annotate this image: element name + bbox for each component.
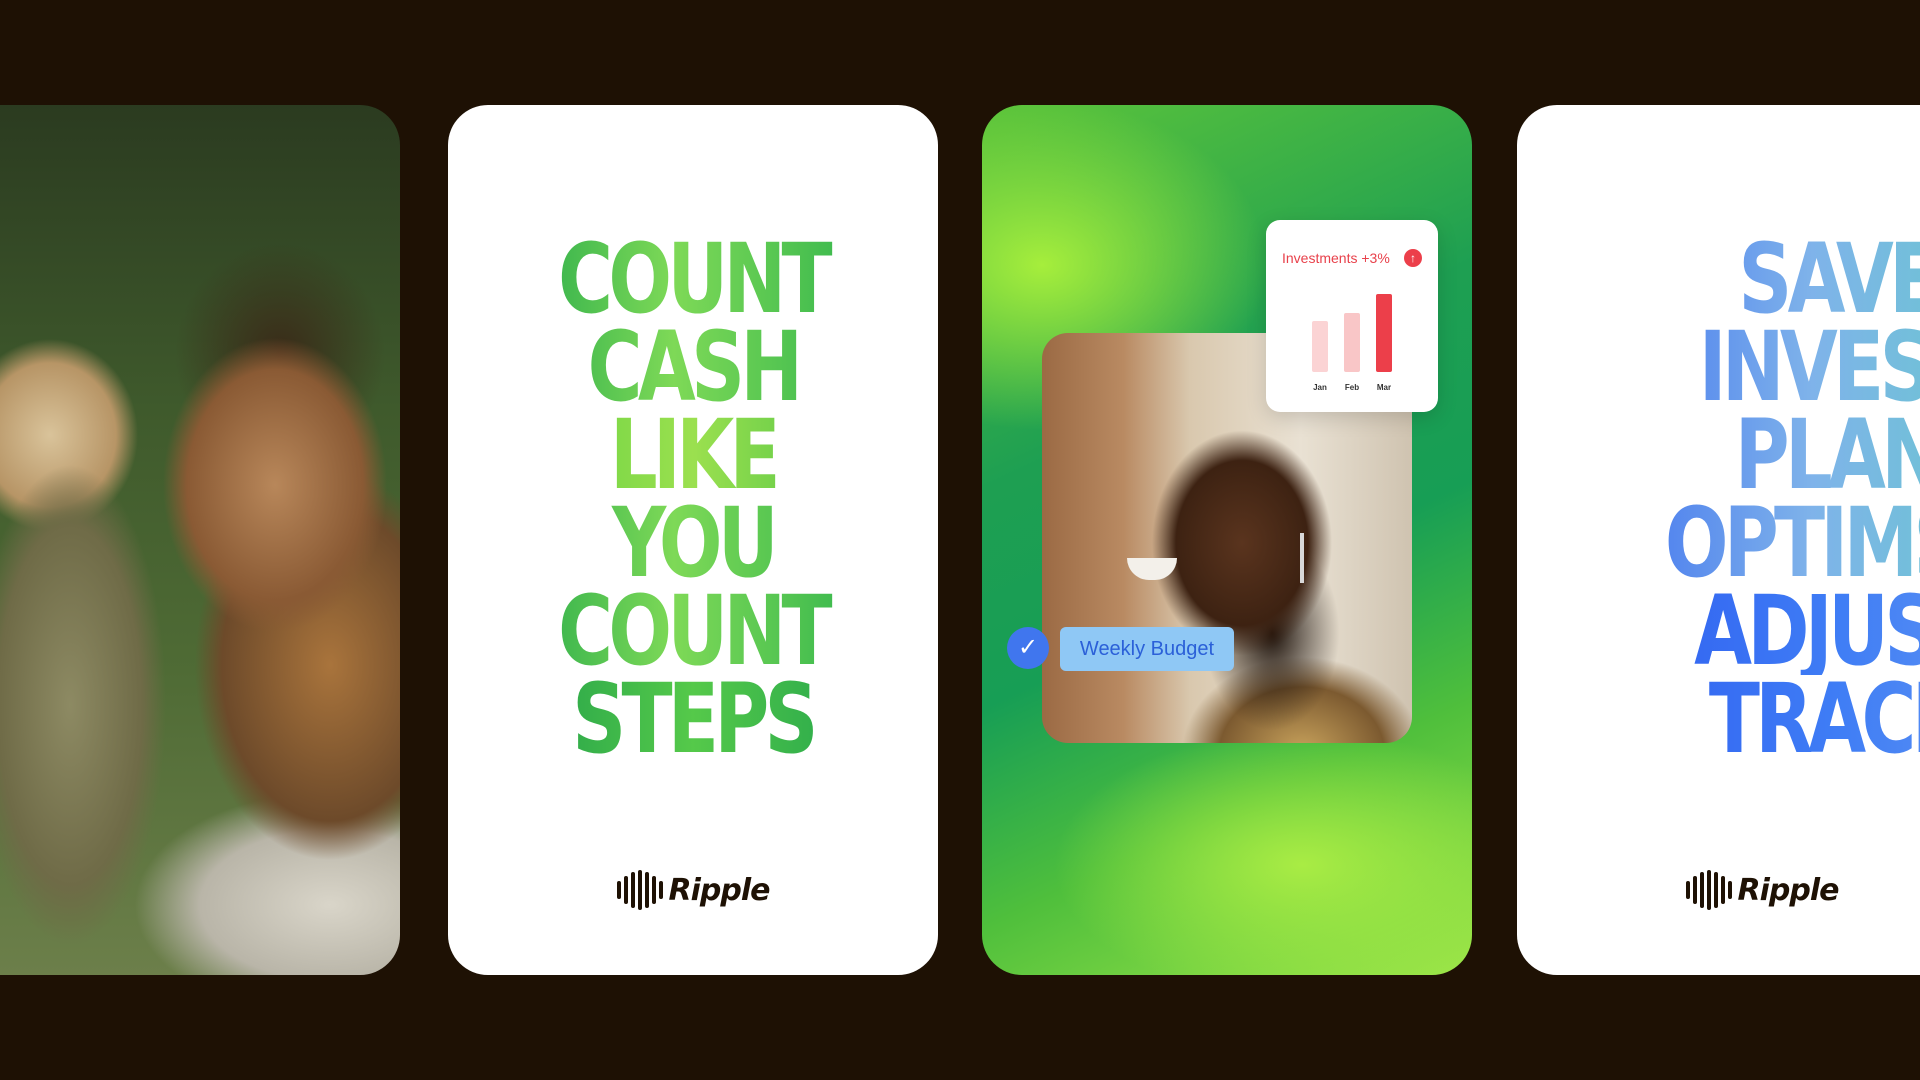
headline-line: PLAN [1587, 407, 1920, 503]
headline-line: COUNT [502, 231, 884, 327]
ripple-logo: Ripple [448, 870, 938, 910]
headline-line: ADJUST [1587, 583, 1920, 679]
ripple-logo-text: Ripple [668, 872, 771, 908]
save-invest-headline: SAVE INVEST PLAN OPTIMSE ADJUST TRACK [1587, 231, 1920, 767]
ripple-logo: Ripple [1517, 870, 1920, 910]
smile-shape [1127, 558, 1177, 580]
headline-line: TRACK [1587, 671, 1920, 767]
ripple-wave-icon [616, 870, 663, 910]
investment-bar-feb [1344, 313, 1360, 372]
weekly-budget-pill: Weekly Budget [1060, 627, 1234, 671]
headline-line: LIKE [502, 407, 884, 503]
headline-line: COUNT [502, 583, 884, 679]
headline-line: STEPS [502, 671, 884, 767]
headline-line: YOU [502, 495, 884, 591]
ripple-wave-icon [1685, 870, 1732, 910]
count-cash-card: COUNT CASH LIKE YOU COUNT STEPS Ripple [448, 105, 938, 975]
budget-gradient-card: Investments +3% ↑ Jan Feb Mar ✓ Weekly Bud… [982, 105, 1472, 975]
investment-bar-label: Mar [1376, 383, 1392, 392]
ripple-logo-text: Ripple [1737, 872, 1840, 908]
investment-bar-label: Feb [1344, 383, 1360, 392]
investment-bar-mar [1376, 294, 1392, 372]
investments-label: Investments +3% [1282, 250, 1390, 266]
photo-card-father-child [0, 105, 400, 975]
arrow-up-icon: ↑ [1404, 249, 1422, 267]
headline-line: INVEST [1587, 319, 1920, 415]
checkmark-icon: ✓ [1007, 627, 1049, 669]
headline-line: SAVE [1587, 231, 1920, 327]
save-invest-card: SAVE INVEST PLAN OPTIMSE ADJUST TRACK Ri… [1517, 105, 1920, 975]
earring-shape [1300, 533, 1304, 583]
investment-bar-jan [1312, 321, 1328, 372]
headline-line: OPTIMSE [1587, 495, 1920, 591]
count-cash-headline: COUNT CASH LIKE YOU COUNT STEPS [502, 231, 884, 767]
investments-widget: Investments +3% ↑ Jan Feb Mar [1266, 220, 1438, 412]
headline-line: CASH [502, 319, 884, 415]
investment-bar-label: Jan [1313, 383, 1327, 392]
